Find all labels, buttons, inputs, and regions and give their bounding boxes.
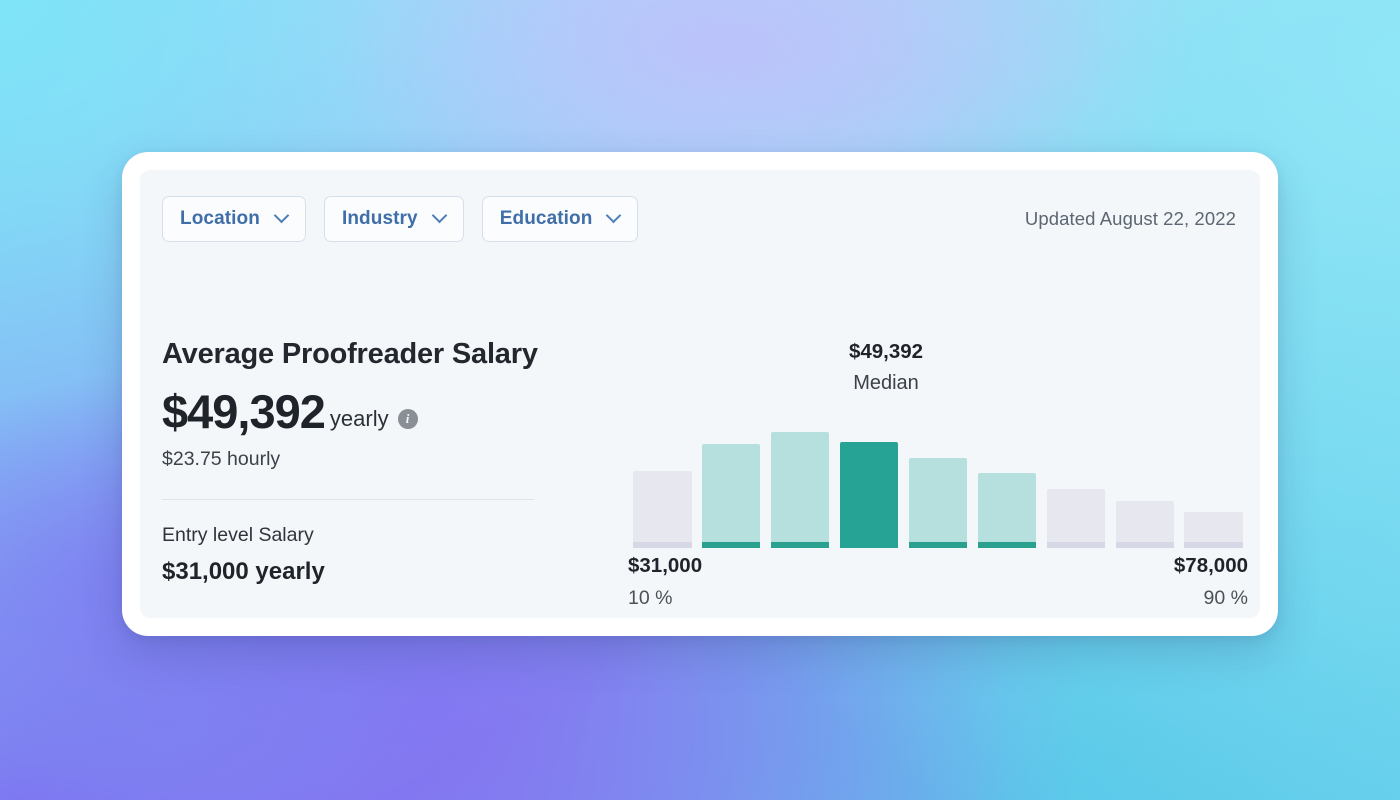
chart-bar-p50[interactable]: [908, 458, 968, 548]
section-divider: [162, 499, 534, 500]
axis-left-value: $31,000: [628, 554, 703, 577]
chart-bars: [628, 423, 1248, 548]
chart-bar-p40-median[interactable]: [840, 442, 899, 548]
salary-card-frame: Location Industry Education Updated Augu…: [122, 152, 1278, 636]
info-icon[interactable]: i: [397, 409, 418, 429]
chart-bar-p80[interactable]: [1115, 501, 1174, 548]
chevron-down-icon: [608, 210, 620, 222]
chart-bar-baseline: [1184, 542, 1243, 548]
filter-industry[interactable]: Industry: [323, 196, 464, 242]
axis-right: $78,000 90 %: [1174, 554, 1248, 610]
chart-bar-p70[interactable]: [1046, 489, 1105, 548]
chevron-down-icon: [434, 210, 446, 222]
average-salary-row: $49,392 yearly i: [162, 388, 552, 435]
chart-bar-baseline: [1046, 542, 1105, 548]
filter-bar: Location Industry Education: [162, 196, 639, 242]
chart-axis: $31,000 10 % $78,000 90 %: [628, 554, 1248, 610]
chart-bar-baseline: [633, 542, 692, 548]
entry-level-value: $31,000 yearly: [162, 558, 325, 585]
updated-timestamp: Updated August 22, 2022: [1024, 208, 1236, 229]
axis-left: $31,000 10 %: [628, 554, 702, 610]
chart-bar-baseline: [908, 542, 968, 548]
chart-bar-p90[interactable]: [1184, 512, 1243, 548]
median-callout: $49,392 Median: [806, 340, 966, 395]
chart-bar-baseline: [771, 542, 830, 548]
entry-level-label: Entry level Salary: [162, 524, 314, 546]
filter-industry-label: Industry: [341, 208, 418, 229]
axis-right-percentile: 90 %: [1203, 587, 1248, 609]
hourly-salary: $23.75 hourly: [162, 448, 281, 470]
chart-bar-p10[interactable]: [633, 471, 692, 548]
filter-education[interactable]: Education: [481, 196, 639, 242]
median-value: $49,392: [848, 340, 924, 363]
salary-distribution-chart: $49,392 Median $31,000 10 % $78,000 90 %: [628, 340, 1248, 610]
average-salary-unit: yearly: [329, 406, 389, 431]
page-title: Average Proofreader Salary: [162, 338, 538, 370]
salary-summary: Average Proofreader Salary $49,392 yearl…: [162, 338, 552, 586]
chart-bar-baseline: [702, 542, 761, 548]
axis-left-percentile: 10 %: [628, 587, 673, 609]
salary-card: Location Industry Education Updated Augu…: [140, 170, 1260, 618]
chevron-down-icon: [276, 210, 288, 222]
filter-location[interactable]: Location: [162, 196, 306, 242]
filter-education-label: Education: [499, 208, 593, 229]
axis-right-value: $78,000: [1173, 554, 1248, 577]
chart-bar-p60[interactable]: [977, 473, 1036, 548]
average-salary-amount: $49,392: [162, 385, 326, 438]
chart-bar-p20[interactable]: [702, 444, 761, 548]
chart-bar-baseline: [977, 542, 1036, 548]
chart-bar-p30[interactable]: [771, 432, 830, 548]
median-caption: Median: [853, 372, 919, 394]
filter-location-label: Location: [180, 208, 260, 229]
chart-bar-baseline: [1115, 542, 1174, 548]
